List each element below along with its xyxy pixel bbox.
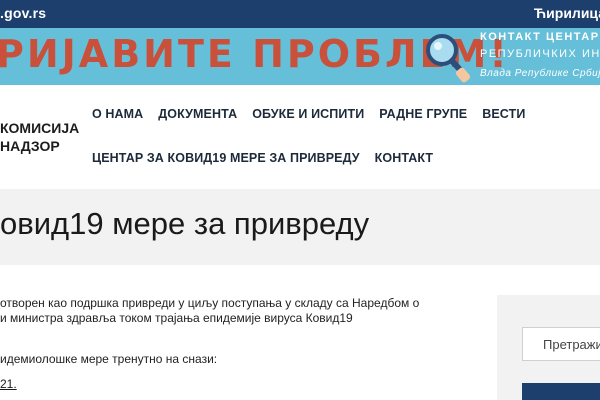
report-problem-banner[interactable]: РИЈАВИТЕ ПРОБЛЕМ! КОНТАКТ ЦЕНТАР РЕПУБЛИ… [0, 28, 600, 85]
measures-heading: идемиолошке мере тренутно на снази: [0, 352, 218, 366]
intro-paragraph: отворен као подршка привреди у циљу пост… [0, 296, 419, 326]
main-content: отворен као подршка привреди у циљу пост… [0, 265, 490, 400]
magnifier-icon [426, 34, 471, 83]
sidebar [497, 295, 600, 400]
site-header: КОМИСИЈА НАДЗОР О НАМА ДОКУМЕНТА ОБУКЕ И И… [0, 85, 600, 189]
nav-work-groups[interactable]: РАДНЕ ГРУПЕ [379, 107, 467, 121]
nav-about[interactable]: О НАМА [92, 107, 143, 121]
nav-trainings[interactable]: ОБУКЕ И ИСПИТИ [252, 107, 364, 121]
site-name[interactable]: КОМИСИЈА НАДЗОР [0, 119, 79, 155]
contact-center-line1: КОНТАКТ ЦЕНТАР [480, 31, 600, 43]
top-bar: .gov.rs Ћирилица [0, 0, 600, 28]
search-button[interactable] [522, 383, 600, 400]
measures-link[interactable]: 21. [0, 377, 17, 391]
nav-news[interactable]: ВЕСТИ [482, 107, 525, 121]
site-name-line2: НАДЗОР [0, 138, 60, 154]
page-title-band: овид19 мере за привреду [0, 189, 600, 265]
contact-center-line2: РЕПУБЛИЧКИХ ИНСПЕКЦИЈА [480, 48, 600, 60]
intro-line1: отворен као подршка привреди у циљу пост… [0, 296, 420, 310]
search-input[interactable] [522, 327, 600, 361]
contact-center-line3: Влада Републике Србије [480, 68, 600, 79]
nav-covid-center[interactable]: ЦЕНТАР ЗА КОВИД19 МЕРЕ ЗА ПРИВРЕДУ [92, 151, 360, 165]
intro-line2: и министра здравља током трајања епидеми… [0, 311, 353, 325]
site-name-line1: КОМИСИЈА [0, 120, 80, 136]
gov-domain-label: .gov.rs [0, 5, 47, 21]
nav-contact[interactable]: КОНТАКТ [375, 151, 434, 165]
nav-documents[interactable]: ДОКУМЕНТА [158, 107, 237, 121]
language-switch[interactable]: Ћирилица [534, 5, 600, 21]
page-title: овид19 мере за привреду [0, 206, 370, 241]
